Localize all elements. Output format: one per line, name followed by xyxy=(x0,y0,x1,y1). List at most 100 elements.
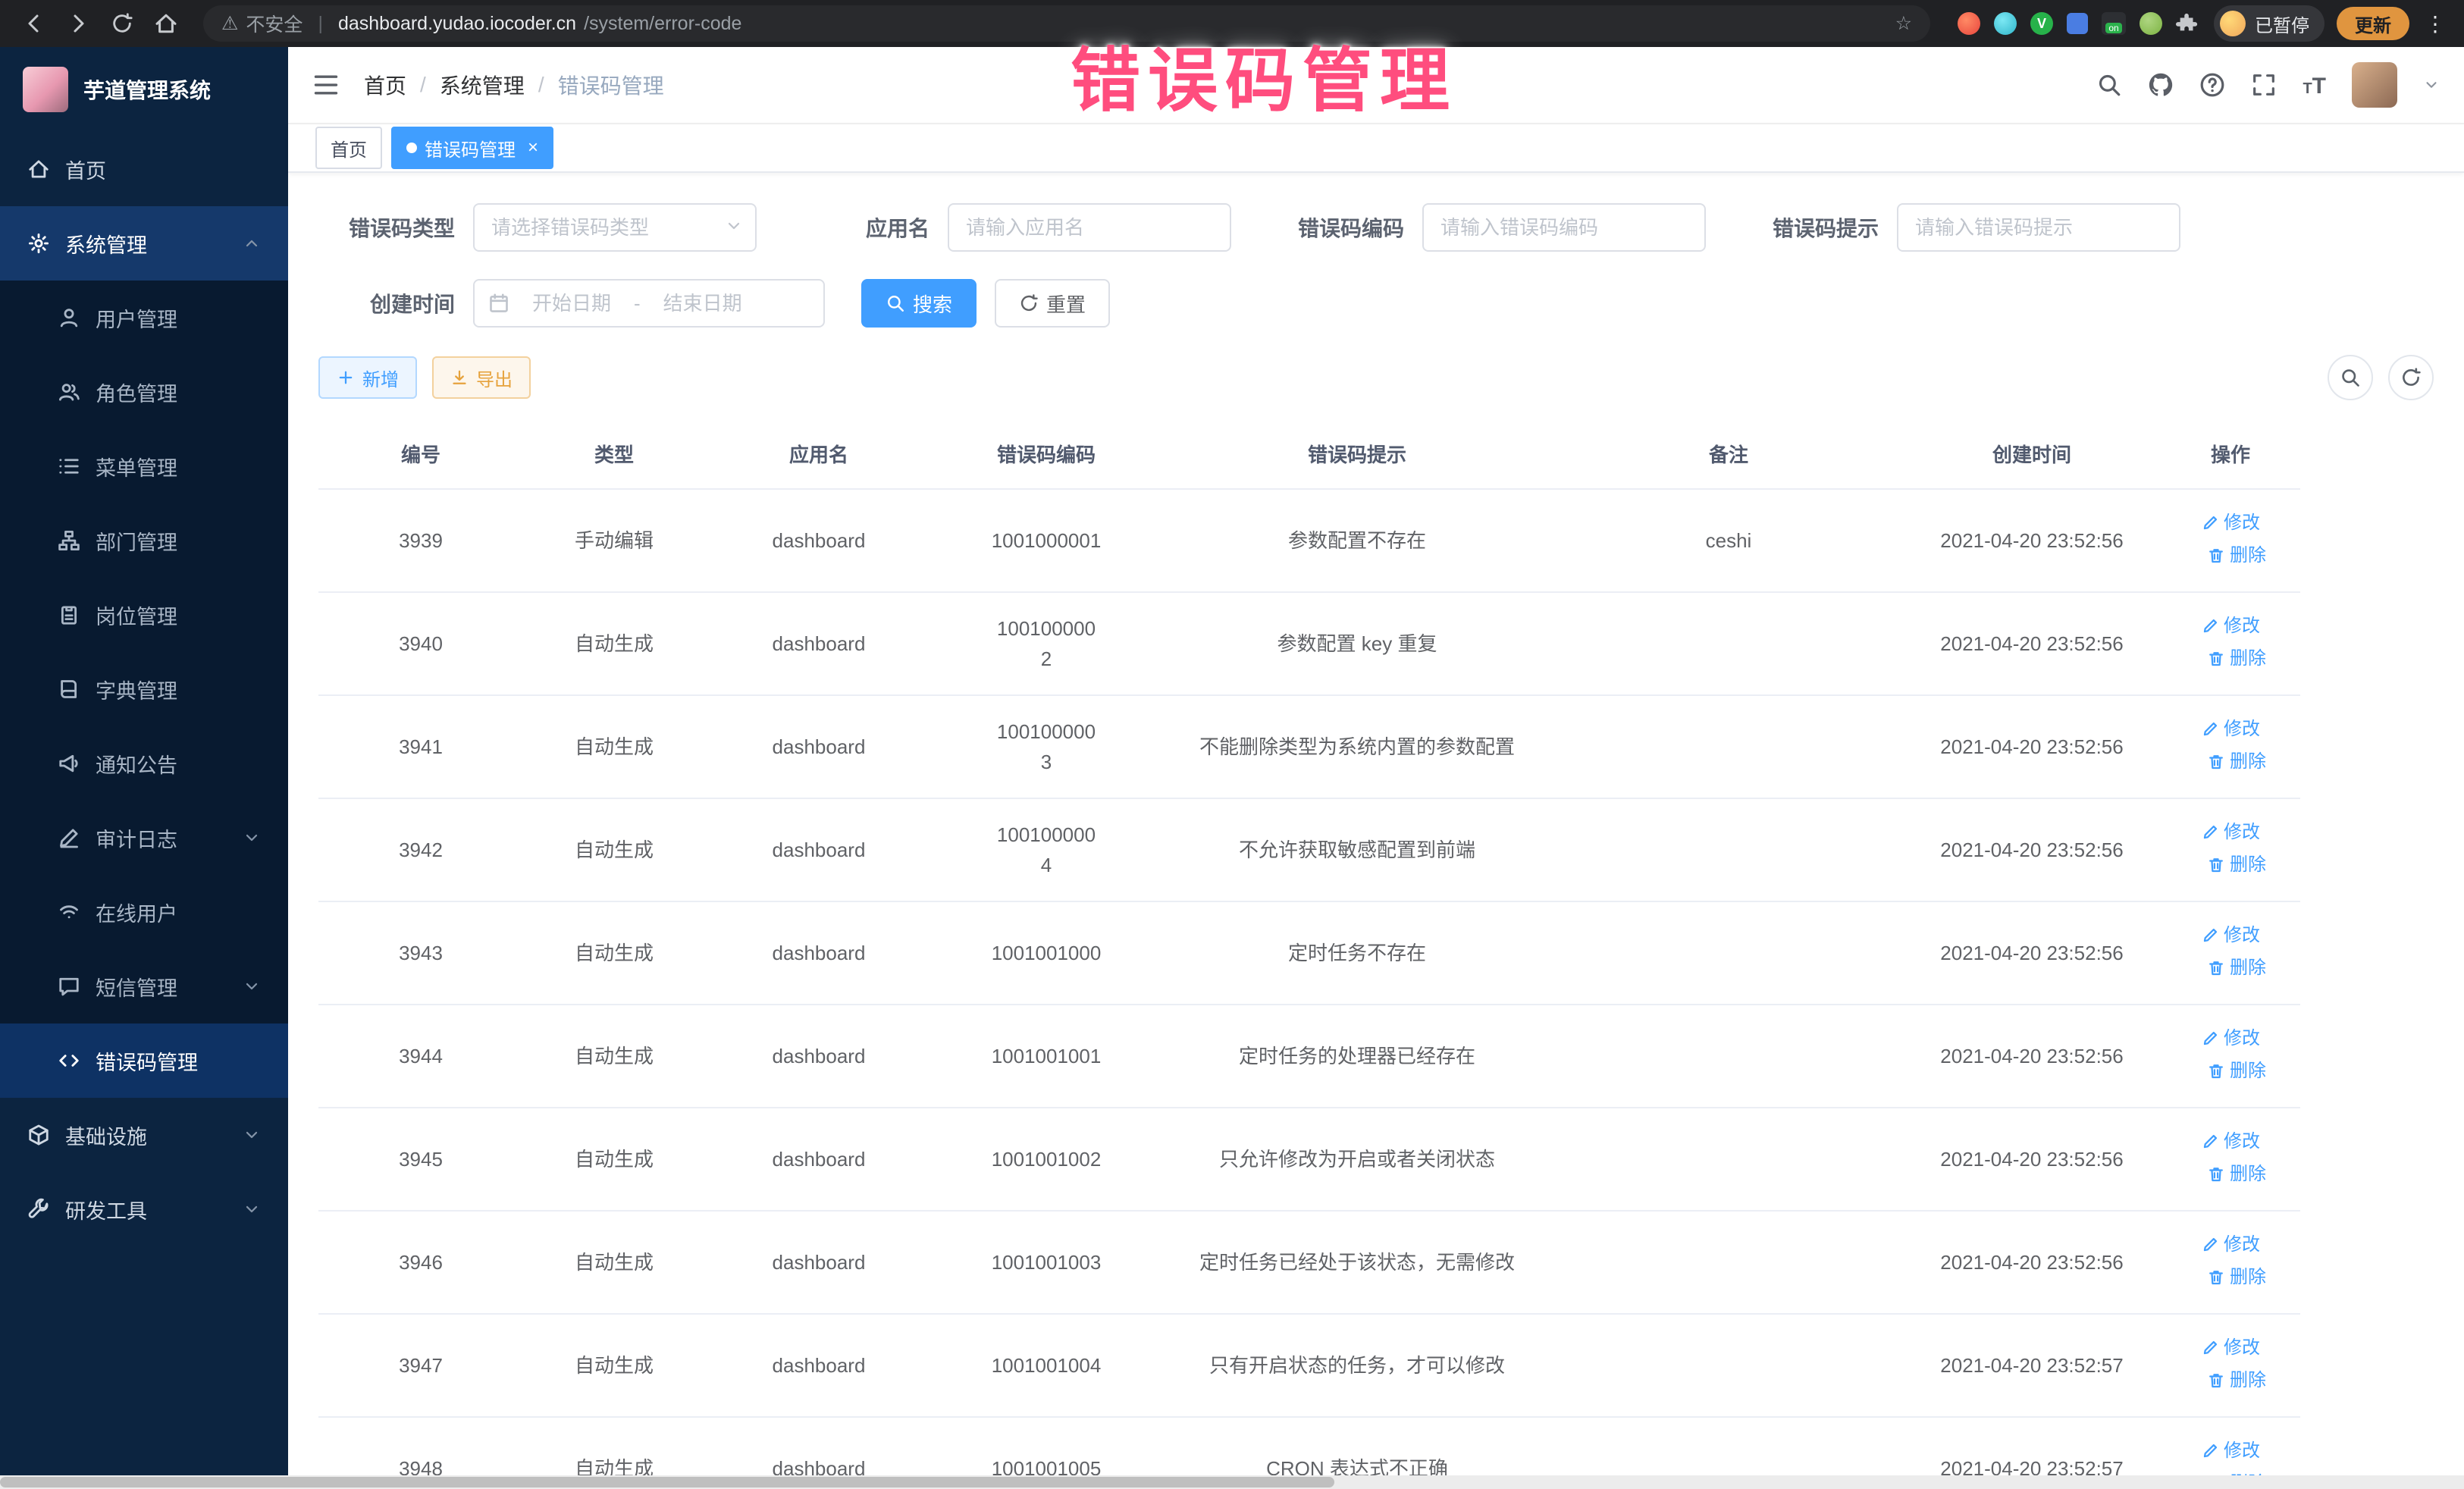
navbar-actions: TT xyxy=(2096,62,2440,108)
tab-error-code[interactable]: 错误码管理 × xyxy=(391,127,553,169)
extension-icon-grid[interactable] xyxy=(2067,13,2088,34)
date-end-input[interactable] xyxy=(647,292,759,315)
home-button[interactable] xyxy=(147,5,185,42)
add-button[interactable]: 新增 xyxy=(318,356,417,399)
hamburger-icon[interactable] xyxy=(312,71,340,99)
error-code-input[interactable] xyxy=(1422,203,1706,252)
sidebar-item-dicts[interactable]: 字典管理 xyxy=(0,652,288,726)
cell-code: 1001001001 xyxy=(933,1005,1160,1108)
date-range-picker[interactable]: - xyxy=(473,279,825,328)
back-button[interactable] xyxy=(15,5,53,42)
app-logo[interactable]: 芋道管理系统 xyxy=(0,47,288,132)
sidebar-item-label: 用户管理 xyxy=(96,303,177,333)
avatar-caret-icon[interactable] xyxy=(2423,77,2440,93)
sidebar-item-system[interactable]: 系统管理 xyxy=(0,206,288,281)
delete-link[interactable]: 删除 xyxy=(2207,1159,2266,1190)
tags-view-bar: 首页 错误码管理 × xyxy=(288,124,2464,173)
delete-link[interactable]: 删除 xyxy=(2207,747,2266,777)
delete-link[interactable]: 删除 xyxy=(2207,644,2266,674)
error-hint-input[interactable] xyxy=(1897,203,2180,252)
sidebar-item-home[interactable]: 首页 xyxy=(0,132,288,206)
export-button[interactable]: 导出 xyxy=(432,356,531,399)
edit-link[interactable]: 修改 xyxy=(2201,1436,2260,1466)
address-bar[interactable]: ⚠ 不安全 | dashboard.yudao.iocoder.cn/syste… xyxy=(203,5,1930,42)
filter-create-time: 创建时间 - xyxy=(318,279,825,328)
cell-remark xyxy=(1554,901,1903,1005)
cell-id: 3940 xyxy=(318,592,523,695)
edit-link[interactable]: 修改 xyxy=(2201,1127,2260,1157)
delete-link[interactable]: 删除 xyxy=(2207,850,2266,880)
reload-button[interactable] xyxy=(103,5,141,42)
scrollbar-thumb[interactable] xyxy=(0,1477,1334,1487)
delete-link[interactable]: 删除 xyxy=(2207,1365,2266,1396)
sidebar-item-error-codes[interactable]: 错误码管理 xyxy=(0,1023,288,1098)
link-label: 修改 xyxy=(2224,1436,2260,1466)
edit-link[interactable]: 修改 xyxy=(2201,1230,2260,1260)
refresh-table-button[interactable] xyxy=(2388,355,2434,400)
extension-icon-green[interactable]: V xyxy=(2030,12,2053,35)
sidebar-item-label: 通知公告 xyxy=(96,749,177,779)
sidebar-item-notices[interactable]: 通知公告 xyxy=(0,726,288,801)
error-type-select[interactable] xyxy=(473,203,757,252)
horizontal-scrollbar[interactable] xyxy=(0,1475,2464,1489)
font-size-icon[interactable]: TT xyxy=(2303,73,2326,98)
sidebar-item-users[interactable]: 用户管理 xyxy=(0,281,288,355)
github-icon[interactable] xyxy=(2148,72,2174,98)
date-start-input[interactable] xyxy=(516,292,628,315)
edit-link[interactable]: 修改 xyxy=(2201,1023,2260,1054)
bookmark-star-icon[interactable]: ☆ xyxy=(1895,12,1912,35)
avatar[interactable] xyxy=(2352,62,2397,108)
sidebar-item-audit-logs[interactable]: 审计日志 xyxy=(0,801,288,875)
sidebar-item-label: 审计日志 xyxy=(96,823,177,853)
delete-link[interactable]: 删除 xyxy=(2207,1056,2266,1086)
extension-icon-teal[interactable] xyxy=(1994,12,2017,35)
edit-link[interactable]: 修改 xyxy=(2201,920,2260,951)
tab-home[interactable]: 首页 xyxy=(315,127,382,169)
edit-link[interactable]: 修改 xyxy=(2201,817,2260,848)
cell-id: 3945 xyxy=(318,1108,523,1211)
sidebar-item-depts[interactable]: 部门管理 xyxy=(0,503,288,578)
box-icon xyxy=(27,1124,50,1146)
extension-icon-red[interactable] xyxy=(1958,12,1980,35)
home-icon xyxy=(27,158,50,180)
sidebar-item-roles[interactable]: 角色管理 xyxy=(0,355,288,429)
sidebar-item-devtools[interactable]: 研发工具 xyxy=(0,1172,288,1246)
app-name-input[interactable] xyxy=(948,203,1231,252)
security-warning[interactable]: ⚠ 不安全 xyxy=(221,10,303,37)
close-tab-icon[interactable]: × xyxy=(528,139,538,157)
edit-link[interactable]: 修改 xyxy=(2201,611,2260,641)
reset-button[interactable]: 重置 xyxy=(995,279,1110,328)
button-label: 搜索 xyxy=(913,290,952,318)
range-separator: - xyxy=(634,292,641,315)
update-button[interactable]: 更新 xyxy=(2337,7,2409,40)
sidebar-item-posts[interactable]: 岗位管理 xyxy=(0,578,288,652)
delete-link[interactable]: 删除 xyxy=(2207,953,2266,983)
sidebar-item-sms[interactable]: 短信管理 xyxy=(0,949,288,1023)
edit-link[interactable]: 修改 xyxy=(2201,714,2260,744)
help-icon[interactable] xyxy=(2199,72,2225,98)
cell-operations: 修改 删除 xyxy=(2161,592,2300,695)
menu-kebab-icon[interactable]: ⋮ xyxy=(2422,11,2449,36)
edit-link[interactable]: 修改 xyxy=(2201,1333,2260,1363)
breadcrumb-system[interactable]: 系统管理 xyxy=(440,70,525,100)
app-frame: 芋道管理系统 首页 系统管理 用户管理 xyxy=(0,47,2464,1489)
extension-icon-on[interactable]: on xyxy=(2102,12,2126,35)
link-label: 修改 xyxy=(2224,1023,2260,1054)
table-row: 3944 自动生成 dashboard 1001001001 定时任务的处理器已… xyxy=(318,1005,2300,1108)
profile-chip[interactable]: 已暂停 xyxy=(2214,5,2324,42)
breadcrumb-home[interactable]: 首页 xyxy=(364,70,406,100)
sidebar-item-infra[interactable]: 基础设施 xyxy=(0,1098,288,1172)
sidebar-item-menus[interactable]: 菜单管理 xyxy=(0,429,288,503)
forward-button[interactable] xyxy=(59,5,97,42)
extensions-puzzle-icon[interactable] xyxy=(2176,12,2199,35)
extension-icon-leaf[interactable] xyxy=(2140,12,2162,35)
fullscreen-icon[interactable] xyxy=(2251,72,2277,98)
cell-hint: 定时任务不存在 xyxy=(1160,901,1554,1005)
delete-link[interactable]: 删除 xyxy=(2207,541,2266,571)
show-search-button[interactable] xyxy=(2328,355,2373,400)
sidebar-item-online-users[interactable]: 在线用户 xyxy=(0,875,288,949)
delete-link[interactable]: 删除 xyxy=(2207,1262,2266,1293)
search-icon[interactable] xyxy=(2096,72,2122,98)
edit-link[interactable]: 修改 xyxy=(2201,508,2260,538)
search-button[interactable]: 搜索 xyxy=(861,279,977,328)
